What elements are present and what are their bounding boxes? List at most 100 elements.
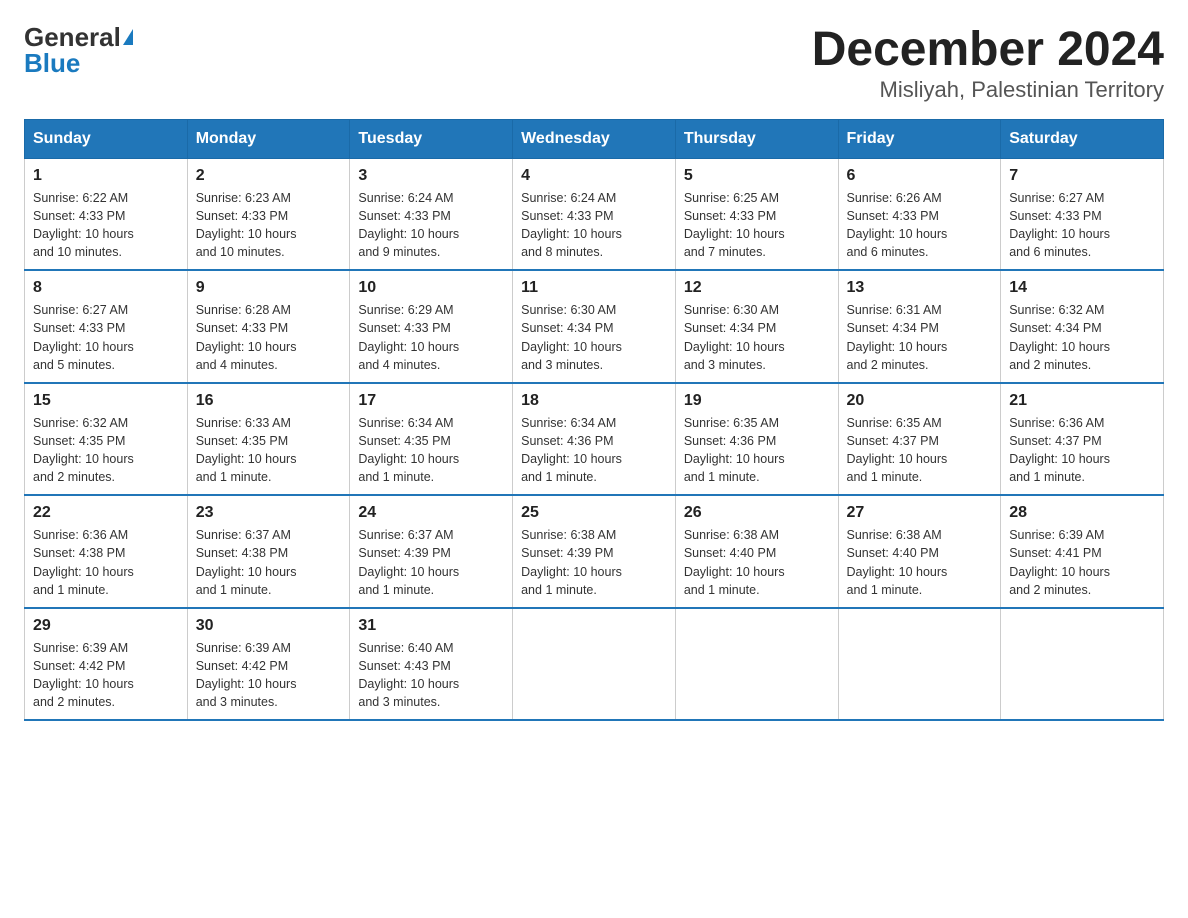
day-info: Sunrise: 6:30 AMSunset: 4:34 PMDaylight:… bbox=[684, 301, 830, 374]
calendar-table: SundayMondayTuesdayWednesdayThursdayFrid… bbox=[24, 119, 1164, 722]
day-number: 13 bbox=[847, 279, 993, 297]
calendar-cell: 31 Sunrise: 6:40 AMSunset: 4:43 PMDayligh… bbox=[350, 608, 513, 721]
calendar-cell: 9 Sunrise: 6:28 AMSunset: 4:33 PMDaylight… bbox=[187, 270, 350, 383]
day-info: Sunrise: 6:32 AMSunset: 4:35 PMDaylight:… bbox=[33, 414, 179, 487]
day-number: 16 bbox=[196, 392, 342, 410]
calendar-cell: 26Sunrise: 6:38 AMSunset: 4:40 PMDayligh… bbox=[675, 495, 838, 608]
week-row-2: 8 Sunrise: 6:27 AMSunset: 4:33 PMDaylight… bbox=[25, 270, 1164, 383]
day-number: 21 bbox=[1009, 392, 1155, 410]
day-number: 8 bbox=[33, 279, 179, 297]
day-number: 9 bbox=[196, 279, 342, 297]
calendar-cell: 23 Sunrise: 6:37 AMSunset: 4:38 PMDayligh… bbox=[187, 495, 350, 608]
logo-triangle-icon bbox=[123, 29, 133, 45]
calendar-cell: 25 Sunrise: 6:38 AMSunset: 4:39 PMDayligh… bbox=[513, 495, 676, 608]
day-info: Sunrise: 6:30 AMSunset: 4:34 PMDaylight:… bbox=[521, 301, 667, 374]
month-title: December 2024 bbox=[812, 24, 1164, 77]
day-number: 1 bbox=[33, 167, 179, 185]
day-info: Sunrise: 6:32 AMSunset: 4:34 PMDaylight:… bbox=[1009, 301, 1155, 374]
calendar-cell: 8 Sunrise: 6:27 AMSunset: 4:33 PMDaylight… bbox=[25, 270, 188, 383]
calendar-cell: 27 Sunrise: 6:38 AMSunset: 4:40 PMDayligh… bbox=[838, 495, 1001, 608]
day-number: 2 bbox=[196, 167, 342, 185]
day-number: 4 bbox=[521, 167, 667, 185]
day-number: 19 bbox=[684, 392, 830, 410]
day-info: Sunrise: 6:24 AMSunset: 4:33 PMDaylight:… bbox=[358, 189, 504, 262]
calendar-cell: 4Sunrise: 6:24 AMSunset: 4:33 PMDaylight… bbox=[513, 158, 676, 270]
calendar-cell bbox=[1001, 608, 1164, 721]
day-number: 29 bbox=[33, 617, 179, 635]
day-info: Sunrise: 6:36 AMSunset: 4:38 PMDaylight:… bbox=[33, 526, 179, 599]
week-row-4: 22Sunrise: 6:36 AMSunset: 4:38 PMDayligh… bbox=[25, 495, 1164, 608]
day-info: Sunrise: 6:35 AMSunset: 4:37 PMDaylight:… bbox=[847, 414, 993, 487]
day-number: 20 bbox=[847, 392, 993, 410]
day-number: 25 bbox=[521, 504, 667, 522]
calendar-cell: 12 Sunrise: 6:30 AMSunset: 4:34 PMDayligh… bbox=[675, 270, 838, 383]
calendar-cell: 2 Sunrise: 6:23 AMSunset: 4:33 PMDaylight… bbox=[187, 158, 350, 270]
day-info: Sunrise: 6:34 AMSunset: 4:35 PMDaylight:… bbox=[358, 414, 504, 487]
week-row-3: 15 Sunrise: 6:32 AMSunset: 4:35 PMDayligh… bbox=[25, 383, 1164, 496]
calendar-cell: 20 Sunrise: 6:35 AMSunset: 4:37 PMDayligh… bbox=[838, 383, 1001, 496]
day-info: Sunrise: 6:27 AMSunset: 4:33 PMDaylight:… bbox=[1009, 189, 1155, 262]
day-info: Sunrise: 6:29 AMSunset: 4:33 PMDaylight:… bbox=[358, 301, 504, 374]
calendar-cell bbox=[838, 608, 1001, 721]
day-number: 28 bbox=[1009, 504, 1155, 522]
day-info: Sunrise: 6:38 AMSunset: 4:40 PMDaylight:… bbox=[847, 526, 993, 599]
calendar-cell: 13 Sunrise: 6:31 AMSunset: 4:34 PMDayligh… bbox=[838, 270, 1001, 383]
day-info: Sunrise: 6:25 AMSunset: 4:33 PMDaylight:… bbox=[684, 189, 830, 262]
calendar-cell: 22Sunrise: 6:36 AMSunset: 4:38 PMDayligh… bbox=[25, 495, 188, 608]
calendar-cell: 19 Sunrise: 6:35 AMSunset: 4:36 PMDayligh… bbox=[675, 383, 838, 496]
day-info: Sunrise: 6:28 AMSunset: 4:33 PMDaylight:… bbox=[196, 301, 342, 374]
weekday-header-saturday: Saturday bbox=[1001, 119, 1164, 158]
weekday-header-monday: Monday bbox=[187, 119, 350, 158]
day-info: Sunrise: 6:23 AMSunset: 4:33 PMDaylight:… bbox=[196, 189, 342, 262]
day-info: Sunrise: 6:39 AMSunset: 4:42 PMDaylight:… bbox=[196, 639, 342, 712]
day-number: 24 bbox=[358, 504, 504, 522]
calendar-cell: 17 Sunrise: 6:34 AMSunset: 4:35 PMDayligh… bbox=[350, 383, 513, 496]
day-info: Sunrise: 6:27 AMSunset: 4:33 PMDaylight:… bbox=[33, 301, 179, 374]
calendar-cell: 10Sunrise: 6:29 AMSunset: 4:33 PMDayligh… bbox=[350, 270, 513, 383]
calendar-cell: 3 Sunrise: 6:24 AMSunset: 4:33 PMDaylight… bbox=[350, 158, 513, 270]
day-number: 23 bbox=[196, 504, 342, 522]
day-number: 30 bbox=[196, 617, 342, 635]
day-number: 26 bbox=[684, 504, 830, 522]
title-block: December 2024 Misliyah, Palestinian Terr… bbox=[812, 24, 1164, 103]
day-info: Sunrise: 6:35 AMSunset: 4:36 PMDaylight:… bbox=[684, 414, 830, 487]
day-info: Sunrise: 6:31 AMSunset: 4:34 PMDaylight:… bbox=[847, 301, 993, 374]
calendar-cell: 24 Sunrise: 6:37 AMSunset: 4:39 PMDayligh… bbox=[350, 495, 513, 608]
day-info: Sunrise: 6:33 AMSunset: 4:35 PMDaylight:… bbox=[196, 414, 342, 487]
day-number: 12 bbox=[684, 279, 830, 297]
day-info: Sunrise: 6:37 AMSunset: 4:39 PMDaylight:… bbox=[358, 526, 504, 599]
day-number: 5 bbox=[684, 167, 830, 185]
day-number: 15 bbox=[33, 392, 179, 410]
weekday-header-friday: Friday bbox=[838, 119, 1001, 158]
logo: General Blue bbox=[24, 24, 133, 76]
weekday-header-tuesday: Tuesday bbox=[350, 119, 513, 158]
day-info: Sunrise: 6:26 AMSunset: 4:33 PMDaylight:… bbox=[847, 189, 993, 262]
day-info: Sunrise: 6:34 AMSunset: 4:36 PMDaylight:… bbox=[521, 414, 667, 487]
day-info: Sunrise: 6:40 AMSunset: 4:43 PMDaylight:… bbox=[358, 639, 504, 712]
calendar-cell: 30 Sunrise: 6:39 AMSunset: 4:42 PMDayligh… bbox=[187, 608, 350, 721]
calendar-cell: 29Sunrise: 6:39 AMSunset: 4:42 PMDayligh… bbox=[25, 608, 188, 721]
day-info: Sunrise: 6:38 AMSunset: 4:39 PMDaylight:… bbox=[521, 526, 667, 599]
day-number: 31 bbox=[358, 617, 504, 635]
calendar-cell: 21 Sunrise: 6:36 AMSunset: 4:37 PMDayligh… bbox=[1001, 383, 1164, 496]
day-number: 17 bbox=[358, 392, 504, 410]
day-number: 18 bbox=[521, 392, 667, 410]
day-number: 14 bbox=[1009, 279, 1155, 297]
day-number: 6 bbox=[847, 167, 993, 185]
logo-general-text: General bbox=[24, 24, 121, 50]
day-number: 3 bbox=[358, 167, 504, 185]
calendar-cell: 16 Sunrise: 6:33 AMSunset: 4:35 PMDayligh… bbox=[187, 383, 350, 496]
day-info: Sunrise: 6:37 AMSunset: 4:38 PMDaylight:… bbox=[196, 526, 342, 599]
day-info: Sunrise: 6:39 AMSunset: 4:41 PMDaylight:… bbox=[1009, 526, 1155, 599]
calendar-cell: 15 Sunrise: 6:32 AMSunset: 4:35 PMDayligh… bbox=[25, 383, 188, 496]
weekday-header-wednesday: Wednesday bbox=[513, 119, 676, 158]
day-number: 27 bbox=[847, 504, 993, 522]
calendar-cell bbox=[513, 608, 676, 721]
calendar-cell: 6 Sunrise: 6:26 AMSunset: 4:33 PMDaylight… bbox=[838, 158, 1001, 270]
day-info: Sunrise: 6:36 AMSunset: 4:37 PMDaylight:… bbox=[1009, 414, 1155, 487]
day-info: Sunrise: 6:22 AMSunset: 4:33 PMDaylight:… bbox=[33, 189, 179, 262]
location-title: Misliyah, Palestinian Territory bbox=[812, 77, 1164, 103]
week-row-1: 1 Sunrise: 6:22 AMSunset: 4:33 PMDaylight… bbox=[25, 158, 1164, 270]
day-number: 11 bbox=[521, 279, 667, 297]
calendar-cell: 1 Sunrise: 6:22 AMSunset: 4:33 PMDaylight… bbox=[25, 158, 188, 270]
